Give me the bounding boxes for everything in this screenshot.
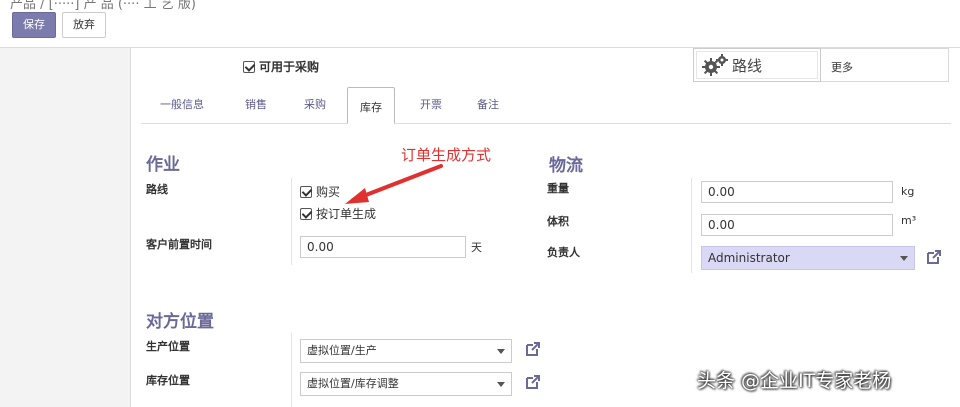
responsible-label: 负责人 xyxy=(547,246,580,259)
production-location-label: 生产位置 xyxy=(146,340,190,353)
tab-notes[interactable]: 备注 xyxy=(477,96,499,112)
route-mto-label: 按订单生成 xyxy=(316,207,377,221)
weight-input[interactable]: 0.00 xyxy=(701,181,893,203)
weight-label: 重量 xyxy=(547,182,569,195)
form-sheet: 可用于采购 路线 更多 一般信息 销售 采购 库存 开票 备注 作业 路线 购买… xyxy=(130,48,960,407)
routes-label: 路线 xyxy=(146,183,168,196)
notebook-tabs: 一般信息 销售 采购 库存 开票 备注 xyxy=(141,87,951,124)
breadcrumb[interactable]: 产品 / [·····] 产 品 (···· 工 艺 版) xyxy=(10,0,196,12)
weight-unit: kg xyxy=(901,185,915,198)
inventory-location-value: 虚拟位置/库存调整 xyxy=(307,377,399,390)
route-mto-checkbox[interactable] xyxy=(300,208,312,220)
external-link-icon[interactable] xyxy=(925,248,943,266)
tab-purchase[interactable]: 采购 xyxy=(304,96,326,112)
inventory-location-label: 库存位置 xyxy=(146,374,190,387)
discard-button[interactable]: 放弃 xyxy=(62,12,106,38)
production-location-value: 虚拟位置/生产 xyxy=(307,344,377,357)
annotation-arrow-icon xyxy=(345,164,443,204)
chevron-down-icon xyxy=(900,256,908,261)
purchasable-label: 可用于采购 xyxy=(259,60,320,74)
route-buy-row[interactable]: 购买 xyxy=(300,183,340,200)
tab-invoicing[interactable]: 开票 xyxy=(420,96,442,112)
control-panel: 产品 / [·····] 产 品 (···· 工 艺 版) 保存 放弃 xyxy=(0,0,960,48)
routes-smart-label: 路线 xyxy=(732,57,763,75)
tab-sales[interactable]: 销售 xyxy=(245,96,267,112)
more-smart-button[interactable]: 更多 xyxy=(821,48,949,82)
logistics-title: 物流 xyxy=(549,156,583,176)
lead-time-label: 客户前置时间 xyxy=(146,238,212,251)
watermark: 头条 @企业IT专家老杨 xyxy=(697,370,892,392)
more-label: 更多 xyxy=(831,61,853,74)
external-link-icon[interactable] xyxy=(524,340,542,358)
volume-input[interactable]: 0.00 xyxy=(701,214,893,236)
save-button[interactable]: 保存 xyxy=(12,12,56,38)
field-separator-3 xyxy=(291,333,292,407)
tab-general[interactable]: 一般信息 xyxy=(160,96,204,112)
chevron-down-icon xyxy=(497,382,505,387)
external-link-icon[interactable] xyxy=(524,373,542,391)
volume-unit: m³ xyxy=(901,214,917,227)
responsible-value: Administrator xyxy=(708,251,790,265)
field-separator xyxy=(291,178,292,265)
field-separator-2 xyxy=(691,178,692,273)
chevron-down-icon xyxy=(497,349,505,354)
routes-smart-button[interactable]: 路线 xyxy=(693,48,821,82)
inventory-location-select[interactable]: 虚拟位置/库存调整 xyxy=(300,372,512,396)
form-background xyxy=(0,48,130,407)
lead-time-unit: 天 xyxy=(471,241,482,254)
responsible-select[interactable]: Administrator xyxy=(701,246,915,270)
lead-time-input[interactable]: 0.00 xyxy=(300,236,466,258)
production-location-select[interactable]: 虚拟位置/生产 xyxy=(300,339,512,363)
volume-label: 体积 xyxy=(547,215,569,228)
route-buy-checkbox[interactable] xyxy=(300,186,312,198)
gears-icon xyxy=(702,54,728,76)
purchasable-checkbox-row[interactable]: 可用于采购 xyxy=(243,58,319,75)
tab-inventory[interactable]: 库存 xyxy=(347,87,395,124)
counterpart-title: 对方位置 xyxy=(146,312,214,332)
operations-title: 作业 xyxy=(146,155,180,175)
purchasable-checkbox[interactable] xyxy=(243,61,255,73)
route-buy-label: 购买 xyxy=(316,185,341,199)
